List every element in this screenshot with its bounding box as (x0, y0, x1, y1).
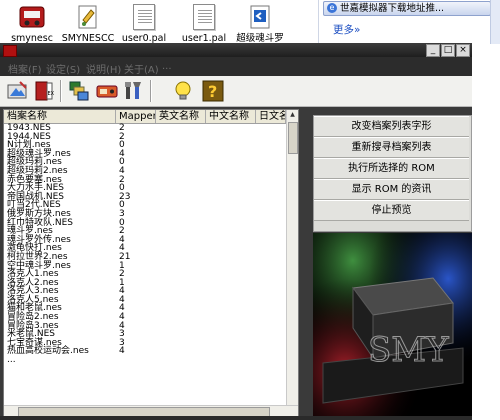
browser-taskbar-button[interactable]: e 世嘉模拟器下载地址推... (323, 1, 491, 16)
rom-file-list[interactable]: 档案名称 Mapper 英文名称 中文名称 日文名 1943.NES 2 1944.… (3, 109, 299, 418)
ie-icon: e (327, 3, 337, 13)
help-icon[interactable]: ? (202, 80, 224, 102)
blue-document-icon (247, 4, 273, 30)
change-list-font-button[interactable]: 改变档案列表字形 (314, 116, 469, 137)
tools-icon[interactable] (122, 80, 144, 102)
svg-text:EXIT: EXIT (48, 91, 55, 97)
rom-filename: ... (7, 355, 16, 366)
cartridge-icon[interactable] (96, 80, 118, 102)
close-button[interactable]: × (456, 44, 470, 57)
action-panel: 改变档案列表字形 重新搜寻档案列表 执行所选择的 ROM 显示 ROM 的资讯 … (313, 115, 472, 232)
desktop-icon-smynesc[interactable]: smynesc (0, 2, 64, 44)
emulator-window: _ □ × 档案(F) 设定(S) 说明(H) 关于(A) ... EXIT (0, 43, 472, 420)
menu-settings[interactable]: 设定(S) (46, 61, 80, 76)
copy-files-icon[interactable] (68, 80, 90, 102)
browser-tab-title: 世嘉模拟器下载地址推... (340, 3, 445, 14)
column-header-mapper[interactable]: Mapper (116, 110, 156, 123)
desktop-icon-contra[interactable]: 超级魂斗罗 (228, 2, 292, 44)
column-header-filename[interactable]: 档案名称 (4, 110, 116, 123)
table-row[interactable]: 热血高校运动会.nes 4 (4, 346, 286, 357)
toolbar-separator (60, 80, 62, 102)
menu-help[interactable]: 说明(H) (86, 61, 121, 76)
browser-scrollbar[interactable] (490, 0, 500, 44)
more-link[interactable]: 更多» (333, 22, 360, 37)
lightbulb-icon[interactable] (172, 80, 194, 102)
run-selected-rom-button[interactable]: 执行所选择的 ROM (314, 158, 469, 179)
exit-door-icon[interactable]: EXIT (32, 80, 60, 102)
preview-artwork: SMY (313, 233, 472, 416)
maximize-button[interactable]: □ (441, 44, 455, 57)
vertical-scrollbar[interactable]: ▲ (286, 110, 298, 406)
desktop-icon-user1-pal[interactable]: user1.pal (172, 2, 236, 44)
rescan-list-button[interactable]: 重新搜寻档案列表 (314, 137, 469, 158)
document-icon (133, 4, 155, 30)
menu-more[interactable]: ... (162, 61, 172, 72)
list-header: 档案名称 Mapper 英文名称 中文名称 日文名 (4, 110, 286, 124)
status-bar (0, 416, 472, 420)
load-rom-icon[interactable] (6, 80, 28, 102)
rom-filename: 热血高校运动会.nes (7, 346, 89, 357)
scroll-up-icon[interactable]: ▲ (288, 110, 297, 120)
desktop-icon-smynescc[interactable]: SMYNESCC (56, 2, 120, 44)
app-icon (3, 45, 17, 57)
svg-text:?: ? (208, 82, 217, 101)
stop-preview-button[interactable]: 停止预览 (314, 200, 469, 221)
rom-mapper: 4 (119, 346, 125, 357)
column-header-chinese-name[interactable]: 中文名称 (206, 110, 256, 123)
column-header-english-name[interactable]: 英文名称 (156, 110, 206, 123)
paint-document-icon (75, 4, 101, 30)
desktop-icon-user0-pal[interactable]: user0.pal (112, 2, 176, 44)
minimize-button[interactable]: _ (426, 44, 440, 57)
red-car-app-icon (19, 4, 45, 30)
menu-about[interactable]: 关于(A) (124, 61, 159, 76)
toolbar: EXIT ? (0, 76, 472, 107)
menu-bar: 档案(F) 设定(S) 说明(H) 关于(A) ... (0, 57, 472, 76)
title-bar[interactable]: _ □ × (0, 43, 472, 57)
column-header-japanese-name[interactable]: 日文名 (256, 110, 286, 123)
toolbar-separator (150, 80, 152, 102)
scroll-thumb[interactable] (288, 122, 298, 154)
table-row[interactable]: ... (4, 355, 286, 366)
document-icon (193, 4, 215, 30)
menu-file[interactable]: 档案(F) (8, 61, 42, 76)
desktop: smynesc SMYNESCC user0.pal user1.pal 超级魂… (0, 0, 500, 44)
browser-panel: e 世嘉模拟器下载地址推... 更多» (318, 0, 500, 44)
show-rom-info-button[interactable]: 显示 ROM 的资讯 (314, 179, 469, 200)
svg-text:SMY: SMY (368, 330, 449, 370)
list-rows: 1943.NES 2 1944.NES 2 N计划.nes 0 超级魂斗罗.nes 4 超级玛莉… (4, 123, 286, 366)
